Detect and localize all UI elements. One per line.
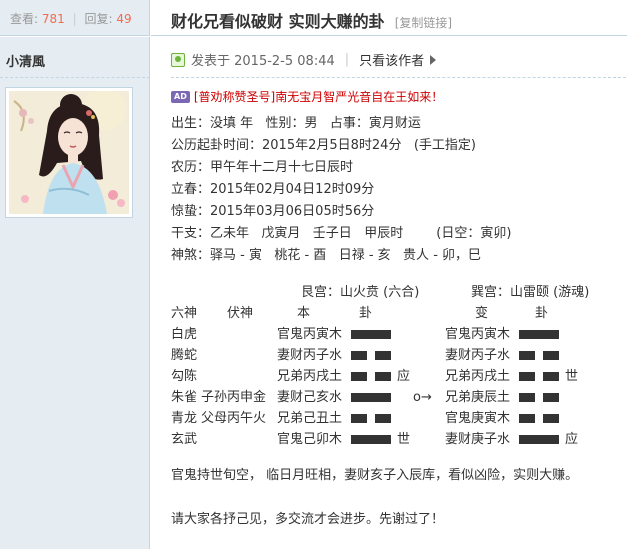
bian-yao-label: 妻财丙子水 [445,348,511,363]
hexagram-header: 艮宫：山火贲 (六合) 巽宫：山雷颐 (游魂) [171,282,626,303]
yin-line [519,351,559,360]
ad-badge: AD [171,90,190,103]
post-body: 发表于 2015-2-5 08:44 | 只看该作者 AD [普劝称赞圣号]南无… [151,37,627,549]
author-only-link[interactable]: 只看该作者 [359,50,424,69]
detail-line: 神煞：驿马 - 寅 桃花 - 酉 日禄 - 亥 贵人 - 卯，巳 [171,248,482,263]
replies-count: 49 [116,12,132,26]
fushen: 子孙丙申金 [201,390,267,405]
meta-divider [171,77,626,78]
avatar[interactable] [5,87,133,218]
col-gua: 卦 [535,306,549,321]
yang-line [351,330,391,339]
bian-gua-header: 巽宫：山雷颐 (游魂) [471,285,590,300]
views-label: 查看: [10,12,39,26]
ben-yao-label: 兄弟丙戌土 [277,369,343,384]
stats-separator: | [72,12,77,26]
bian-yao-label: 兄弟庚辰土 [445,390,511,405]
ben-yao-label: 妻财己亥水 [277,390,343,405]
yang-line [519,435,559,444]
liushen: 白虎 [171,327,198,342]
meta-separator: | [344,52,350,67]
fushen: 父母丙午火 [201,411,267,426]
liushen: 勾陈 [171,369,198,384]
conclusion-text: 官鬼持世旬空， 临日月旺相，妻财亥子入辰库，看似凶险，实则大赚。 [171,468,579,483]
detail-line: 公历起卦时间：2015年2月5日8时24分 (手工指定) [171,138,476,153]
author-name[interactable]: 小清風 [6,51,45,70]
bian-yao-label: 兄弟丙戌土 [445,369,511,384]
ben-yao-label: 官鬼己卯木 [277,432,343,447]
yin-line [351,372,391,381]
yang-line [519,330,559,339]
ad-link[interactable]: [普劝称赞圣号]南无宝月智严光音自在王如来！ [194,88,443,105]
hexagram-column-header: 六神 伏神 本 卦 变 卦 [171,303,626,324]
yao-row: 腾蛇 妻财丙子水 妻财丙子水 [171,345,626,366]
liushen: 青龙 [171,411,198,426]
detail-line: 出生：没填 年 性别：男 占事：寅月财运 [171,116,421,131]
yao-row: 青龙 父母丙午火 兄弟己丑土 官鬼庚寅木 [171,408,626,429]
yin-line [351,414,391,423]
arrow-right-icon [430,54,437,65]
shi-ying: 应 [565,432,579,447]
yang-line [351,393,391,402]
liushen: 玄武 [171,432,198,447]
shi-ying: 世 [565,369,579,384]
col-liushen: 六神 [171,306,198,321]
detail-line: 立春：2015年02月04日12时09分 [171,182,375,197]
liushen: 腾蛇 [171,348,198,363]
replies-label: 回复: [84,12,113,26]
thread-stats: 查看: 781 | 回复: 49 [0,0,150,36]
moving-mark: o→ [413,390,432,405]
liushen: 朱雀 [171,390,198,405]
col-bian: 变 [475,306,489,321]
col-ben: 本 [297,306,311,321]
author-divider [0,77,150,78]
bian-yao-label: 官鬼庚寅木 [445,411,511,426]
ben-yao-label: 妻财丙子水 [277,348,343,363]
thread-title: 财化兄看似破财 实则大赚的卦 [171,12,385,31]
avatar-image [9,91,129,214]
thread-header: 财化兄看似破财 实则大赚的卦 [复制链接] [151,0,627,36]
bian-yao-label: 妻财庚子水 [445,432,511,447]
yao-row: 白虎 官鬼丙寅木 官鬼丙寅木 [171,324,626,345]
ben-gua-header: 艮宫：山火贲 (六合) [301,285,420,300]
yin-line [519,393,559,402]
yang-line [351,435,391,444]
author-sidebar: 小清風 [0,37,150,549]
online-status-icon [171,52,185,67]
shi-ying: 世 [397,432,411,447]
yin-line [351,351,391,360]
yin-line [519,414,559,423]
copy-link-button[interactable]: [复制链接] [395,16,452,30]
detail-line: 干支：乙未年 戊寅月 壬子日 甲辰时 (日空：寅卯) [171,226,512,241]
shi-ying: 应 [397,369,411,384]
hexagram-table: 艮宫：山火贲 (六合) 巽宫：山雷颐 (游魂) 六神 伏神 本 卦 变 卦 白虎… [171,282,626,450]
ben-yao-label: 兄弟己丑土 [277,411,343,426]
post-meta: 发表于 2015-2-5 08:44 | 只看该作者 [171,50,437,69]
yin-line [519,372,559,381]
col-gua: 卦 [359,306,373,321]
detail-line: 农历：甲午年十二月十七日辰时 [171,160,354,175]
post-time: 发表于 2015-2-5 08:44 [191,54,335,69]
bian-yao-label: 官鬼丙寅木 [445,327,511,342]
col-fushen: 伏神 [227,306,254,321]
detail-line: 惊蛰：2015年03月06日05时56分 [171,204,375,219]
views-count: 781 [41,12,65,26]
ad-banner[interactable]: AD [普劝称赞圣号]南无宝月智严光音自在王如来！ [171,88,443,105]
divination-details: 出生：没填 年 性别：男 占事：寅月财运 公历起卦时间：2015年2月5日8时2… [171,113,626,267]
yao-row: 勾陈 兄弟丙戌土 应 兄弟丙戌土 世 [171,366,626,387]
yao-row: 玄武 官鬼己卯木 世 妻财庚子水 应 [171,429,626,450]
ben-yao-label: 官鬼丙寅木 [277,327,343,342]
yao-row: 朱雀 子孙丙申金 妻财己亥水 o→ 兄弟庚辰土 [171,387,626,408]
closing-text: 请大家各抒己见，多交流才会进步。先谢过了！ [171,512,445,527]
